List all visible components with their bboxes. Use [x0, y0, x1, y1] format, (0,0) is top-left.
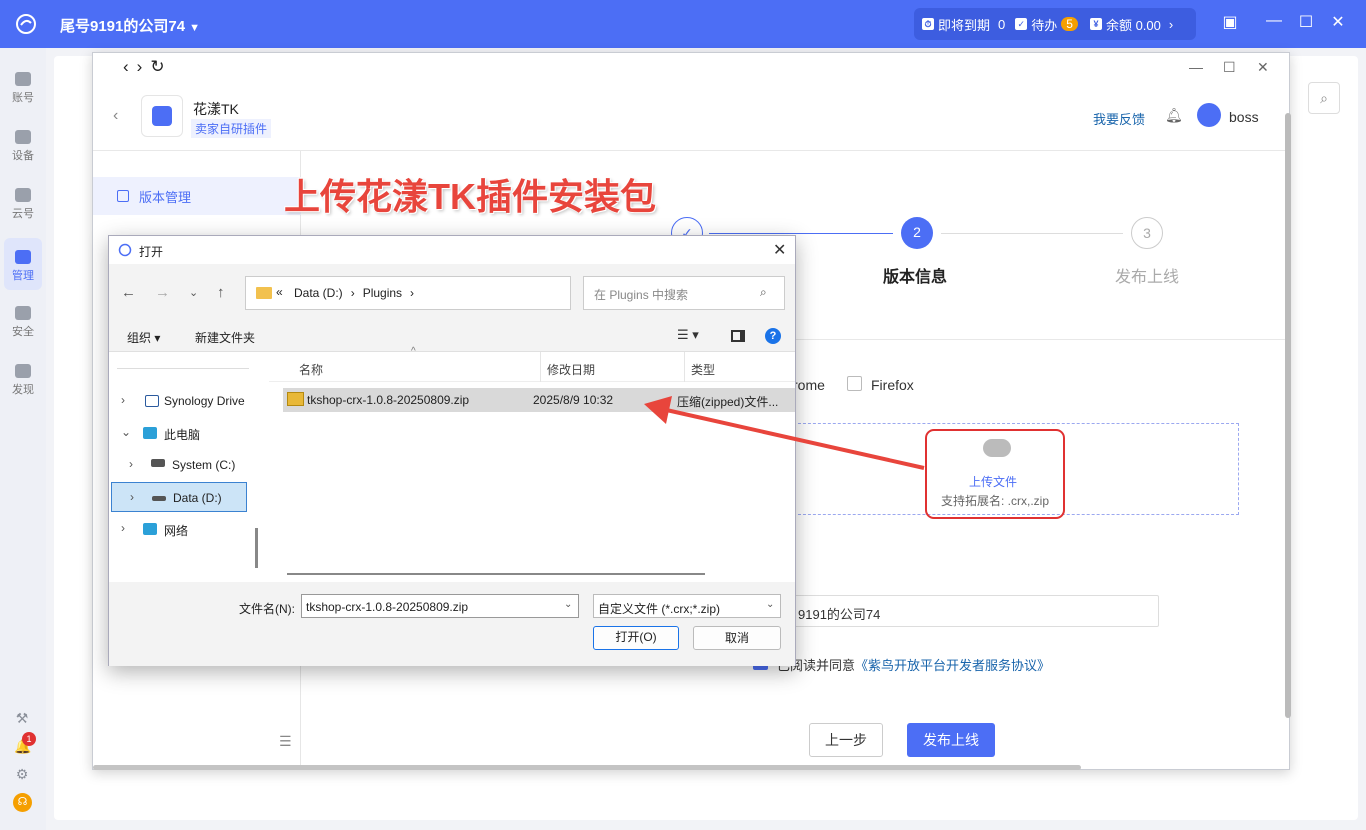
annotation-arrow-line — [661, 407, 925, 470]
annotation-arrow — [644, 396, 925, 470]
annotation-arrow-head — [644, 396, 672, 424]
